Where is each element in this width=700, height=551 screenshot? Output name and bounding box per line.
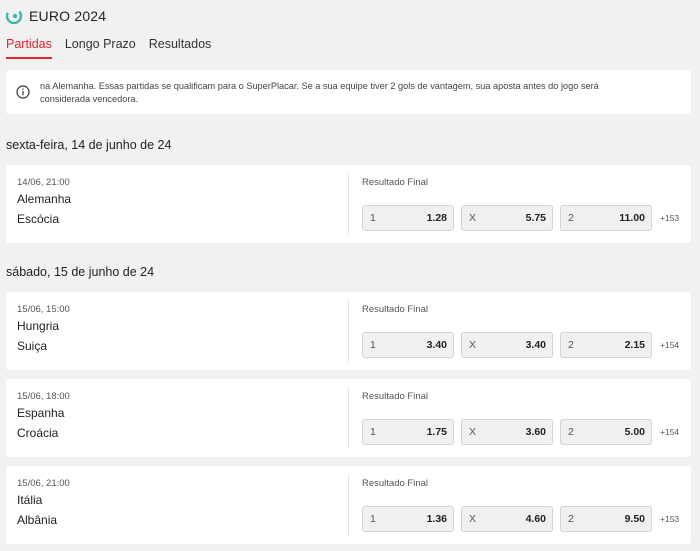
market-label: Resultado Final bbox=[362, 177, 429, 188]
odd-button-draw[interactable]: X 3.60 bbox=[461, 419, 553, 445]
home-team: Alemanha bbox=[17, 192, 72, 206]
odd-label: 2 bbox=[568, 426, 574, 438]
odd-label: 1 bbox=[370, 426, 376, 438]
odd-button-home[interactable]: 1 3.40 bbox=[362, 332, 454, 358]
odd-button-away[interactable]: 2 2.15 bbox=[560, 332, 652, 358]
day-heading: sábado, 15 de junho de 24 bbox=[6, 265, 155, 279]
tab-bar: Partidas Longo Prazo Resultados bbox=[6, 37, 224, 61]
more-markets-link[interactable]: +154 bbox=[660, 340, 679, 350]
odd-value: 3.60 bbox=[525, 426, 546, 438]
info-icon bbox=[16, 85, 30, 99]
market-label: Resultado Final bbox=[362, 304, 429, 315]
odd-label: X bbox=[469, 426, 477, 438]
odd-button-draw[interactable]: X 3.40 bbox=[461, 332, 553, 358]
day-heading: sexta-feira, 14 de junho de 24 bbox=[6, 138, 172, 152]
odd-button-draw[interactable]: X 5.75 bbox=[461, 205, 553, 231]
odd-value: 5.00 bbox=[624, 426, 645, 438]
odd-button-draw[interactable]: X 4.60 bbox=[461, 506, 553, 532]
odd-button-away[interactable]: 2 5.00 bbox=[560, 419, 652, 445]
home-team: Hungria bbox=[17, 319, 60, 333]
euro-logo-icon bbox=[6, 8, 22, 24]
odd-button-home[interactable]: 1 1.75 bbox=[362, 419, 454, 445]
more-markets-link[interactable]: +154 bbox=[660, 427, 679, 437]
match-time: 15/06, 21:00 bbox=[17, 478, 70, 489]
match-card[interactable]: 15/06, 21:00 Itália Albânia Resultado Fi… bbox=[6, 466, 691, 544]
card-divider bbox=[348, 300, 349, 362]
odd-value: 3.40 bbox=[426, 339, 447, 351]
info-banner: na Alemanha. Essas partidas se qualifica… bbox=[6, 70, 691, 114]
odd-label: 1 bbox=[370, 212, 376, 224]
match-card[interactable]: 15/06, 18:00 Espanha Croácia Resultado F… bbox=[6, 379, 691, 457]
odd-button-home[interactable]: 1 1.28 bbox=[362, 205, 454, 231]
away-team: Suiça bbox=[17, 339, 48, 353]
odd-value: 9.50 bbox=[624, 513, 645, 525]
odd-label: 1 bbox=[370, 339, 376, 351]
home-team: Itália bbox=[17, 493, 43, 507]
odd-label: 1 bbox=[370, 513, 376, 525]
page-title: EURO 2024 bbox=[29, 8, 107, 24]
market-label: Resultado Final bbox=[362, 391, 429, 402]
more-markets-link[interactable]: +153 bbox=[660, 514, 679, 524]
odd-value: 3.40 bbox=[525, 339, 546, 351]
card-divider bbox=[348, 387, 349, 449]
more-markets-link[interactable]: +153 bbox=[660, 213, 679, 223]
odd-label: X bbox=[469, 513, 477, 525]
tab-partidas[interactable]: Partidas bbox=[6, 37, 52, 61]
tab-resultados[interactable]: Resultados bbox=[149, 37, 212, 61]
market-label: Resultado Final bbox=[362, 478, 429, 489]
away-team: Albânia bbox=[17, 513, 58, 527]
odd-value: 11.00 bbox=[619, 212, 645, 224]
match-time: 15/06, 18:00 bbox=[17, 391, 70, 402]
away-team: Escócia bbox=[17, 212, 60, 226]
match-time: 15/06, 15:00 bbox=[17, 304, 70, 315]
home-team: Espanha bbox=[17, 406, 65, 420]
page-header: EURO 2024 Partidas Longo Prazo Resultado… bbox=[0, 0, 700, 62]
info-text: na Alemanha. Essas partidas se qualifica… bbox=[40, 81, 599, 104]
odd-value: 1.75 bbox=[426, 426, 447, 438]
odd-button-home[interactable]: 1 1.36 bbox=[362, 506, 454, 532]
odd-label: X bbox=[469, 212, 477, 224]
match-card[interactable]: 15/06, 15:00 Hungria Suiça Resultado Fin… bbox=[6, 292, 691, 370]
odd-value: 1.28 bbox=[426, 212, 447, 224]
match-time: 14/06, 21:00 bbox=[17, 177, 70, 188]
away-team: Croácia bbox=[17, 426, 59, 440]
odd-button-away[interactable]: 2 9.50 bbox=[560, 506, 652, 532]
odd-label: 2 bbox=[568, 513, 574, 525]
match-card[interactable]: 14/06, 21:00 Alemanha Escócia Resultado … bbox=[6, 165, 691, 243]
odd-button-away[interactable]: 2 11.00 bbox=[560, 205, 652, 231]
odd-label: X bbox=[469, 339, 477, 351]
odd-value: 5.75 bbox=[525, 212, 546, 224]
odd-value: 4.60 bbox=[525, 513, 546, 525]
odd-value: 2.15 bbox=[624, 339, 645, 351]
card-divider bbox=[348, 474, 349, 536]
odd-label: 2 bbox=[568, 212, 574, 224]
odd-value: 1.36 bbox=[426, 513, 447, 525]
card-divider bbox=[348, 173, 349, 235]
tab-longo-prazo[interactable]: Longo Prazo bbox=[65, 37, 136, 61]
odd-label: 2 bbox=[568, 339, 574, 351]
